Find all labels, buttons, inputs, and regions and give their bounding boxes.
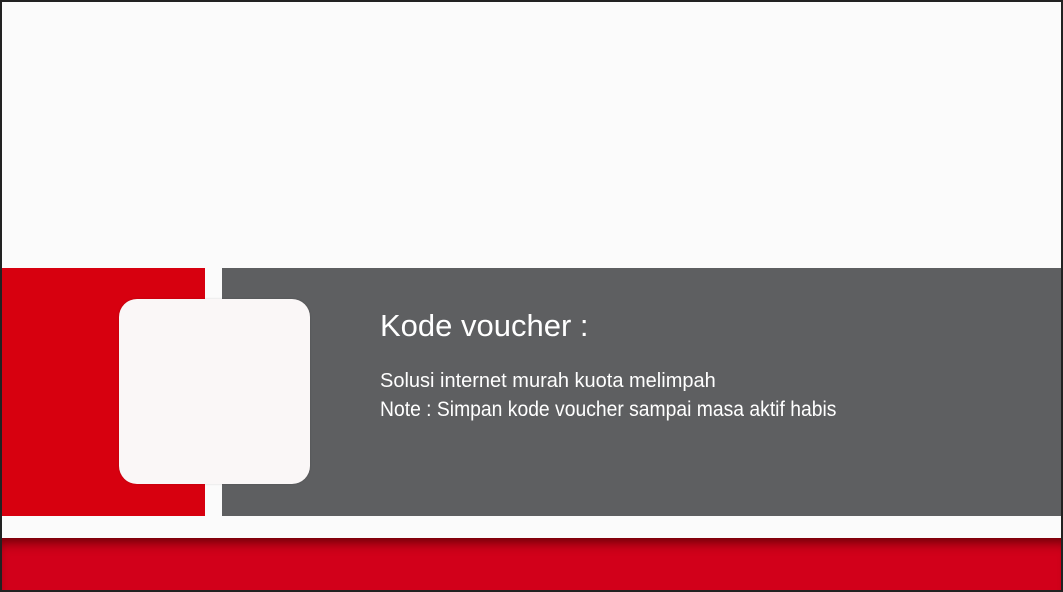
bottom-divider	[2, 516, 1061, 538]
voucher-tagline: Solusi internet murah kuota melimpah	[380, 370, 716, 392]
voucher-blank-area	[2, 2, 1061, 268]
voucher-code-label: Kode voucher :	[380, 308, 589, 343]
bottom-red-band	[2, 538, 1061, 590]
logo-placeholder	[119, 299, 310, 484]
voucher-note: Note : Simpan kode voucher sampai masa a…	[380, 398, 837, 421]
voucher-card: Kode voucher : Solusi internet murah kuo…	[0, 0, 1063, 592]
